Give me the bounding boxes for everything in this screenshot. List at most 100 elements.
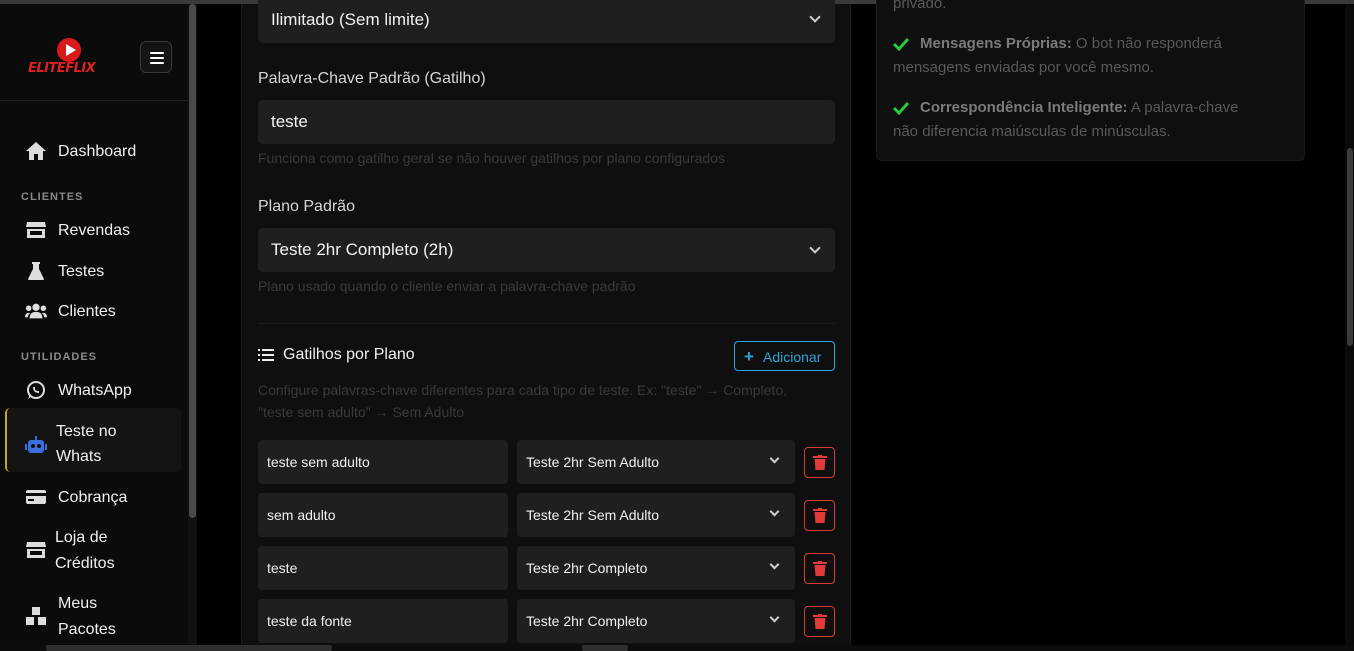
sidebar-item-pacotes-line1[interactable]: Meus bbox=[58, 591, 97, 616]
list-icon bbox=[258, 348, 274, 367]
triggers-help-line1: Configure palavras-chave diferentes para… bbox=[258, 382, 787, 398]
chevron-down-icon bbox=[769, 612, 780, 623]
trigger-keyword-value: teste sem adulto bbox=[267, 454, 370, 470]
sidebar-item-label-line2: Whats bbox=[56, 448, 102, 465]
flask-icon bbox=[25, 260, 47, 282]
trash-icon bbox=[813, 561, 827, 576]
main-scrollbar-thumb[interactable] bbox=[1347, 148, 1353, 346]
home-icon bbox=[25, 140, 47, 162]
sidebar-item-whatsapp[interactable]: WhatsApp bbox=[0, 375, 188, 405]
plan-select[interactable]: Teste 2hr Completo (2h) bbox=[258, 228, 835, 272]
triggers-title: Gatilhos por Plano bbox=[283, 346, 415, 363]
trash-icon bbox=[813, 614, 827, 629]
sidebar-item-label: Revendas bbox=[58, 221, 131, 239]
add-trigger-label: Adicionar bbox=[763, 349, 822, 365]
sidebar-item-label-line1: Teste no bbox=[56, 423, 117, 440]
sidebar-item-label: Cobrança bbox=[58, 488, 128, 506]
keyword-help: Funciona como gatilho geral se não houve… bbox=[258, 150, 725, 166]
robot-icon bbox=[25, 434, 47, 456]
scroll-segment[interactable] bbox=[582, 645, 628, 651]
keyword-label: Palavra-Chave Padrão (Gatilho) bbox=[258, 70, 486, 87]
info-row-title-bold: Mensagens Próprias: bbox=[920, 35, 1072, 52]
hamburger-icon bbox=[150, 52, 164, 54]
credit-card-icon bbox=[25, 486, 47, 508]
trigger-keyword-value: sem adulto bbox=[267, 507, 336, 523]
chevron-down-icon bbox=[769, 559, 780, 570]
play-triangle bbox=[66, 44, 76, 56]
sidebar-item-loja-line1[interactable]: Loja de bbox=[55, 525, 108, 550]
brand-area: ELITEFLIX bbox=[0, 4, 188, 101]
trigger-plan-select[interactable]: Teste 2hr Sem Adulto bbox=[517, 440, 795, 484]
hamburger-line bbox=[150, 57, 164, 59]
trigger-keyword-input[interactable]: teste da fonte bbox=[258, 599, 508, 643]
horizontal-scrollbar[interactable] bbox=[0, 645, 1354, 651]
sidebar-item-pacotes-line2[interactable]: Pacotes bbox=[58, 617, 116, 642]
plan-label: Plano Padrão bbox=[258, 198, 355, 215]
delete-trigger-button[interactable] bbox=[804, 447, 835, 478]
boxes-icon bbox=[25, 605, 47, 627]
delete-trigger-button[interactable] bbox=[804, 500, 835, 531]
sidebar-item-cobranca[interactable]: Cobrança bbox=[0, 482, 188, 512]
logo[interactable]: ELITEFLIX bbox=[28, 38, 112, 82]
triggers-help-line2: "teste sem adulto" → Sem Adulto bbox=[258, 404, 465, 420]
store-icon bbox=[25, 219, 47, 241]
users-icon bbox=[25, 300, 47, 322]
sidebar-item-loja-line2[interactable]: Créditos bbox=[55, 551, 115, 576]
info-fragment: privado. bbox=[893, 0, 947, 12]
chevron-down-icon bbox=[809, 11, 821, 23]
whatsapp-icon bbox=[25, 379, 47, 401]
sidebar-item-label: Testes bbox=[58, 262, 105, 280]
section-clientes: CLIENTES bbox=[21, 191, 84, 203]
keyword-input[interactable]: teste bbox=[258, 100, 835, 144]
delete-trigger-button[interactable] bbox=[804, 606, 835, 637]
sidebar-item-clientes[interactable]: Clientes bbox=[0, 296, 188, 326]
trigger-keyword-input[interactable]: teste bbox=[258, 546, 508, 590]
trigger-plan-value: Teste 2hr Sem Adulto bbox=[526, 454, 660, 470]
info-row-title-bold: Correspondência Inteligente: bbox=[920, 99, 1128, 116]
sidebar-item-dashboard[interactable]: Dashboard bbox=[0, 136, 188, 166]
sidebar-item-testes[interactable]: Testes bbox=[0, 256, 188, 286]
chevron-down-icon bbox=[769, 453, 780, 464]
limit-select-value: Ilimitado (Sem limite) bbox=[271, 10, 430, 29]
info-row-title: Correspondência Inteligente: A palavra-c… bbox=[920, 96, 1310, 120]
trigger-keyword-value: teste da fonte bbox=[267, 613, 352, 629]
info-row-text: O bot não responderá bbox=[1071, 35, 1222, 52]
sidebar-item-revendas[interactable]: Revendas bbox=[0, 215, 188, 245]
chevron-down-icon bbox=[769, 506, 780, 517]
delete-trigger-button[interactable] bbox=[804, 553, 835, 584]
divider bbox=[258, 323, 835, 324]
trash-icon bbox=[813, 508, 827, 523]
logo-text: ELITEFLIX bbox=[28, 61, 96, 76]
scroll-segment[interactable] bbox=[46, 645, 332, 651]
info-row-text: A palavra-chave bbox=[1127, 99, 1239, 116]
trigger-keyword-input[interactable]: teste sem adulto bbox=[258, 440, 508, 484]
info-row-text2: mensagens enviadas por você mesmo. bbox=[893, 59, 1154, 76]
check-icon bbox=[893, 37, 909, 52]
trigger-plan-value: Teste 2hr Completo bbox=[526, 613, 648, 629]
add-trigger-button[interactable]: + Adicionar bbox=[734, 341, 835, 371]
sidebar-item-label: Dashboard bbox=[58, 142, 137, 160]
trigger-plan-value: Teste 2hr Sem Adulto bbox=[526, 507, 660, 523]
plus-icon: + bbox=[744, 347, 754, 366]
hamburger-line bbox=[150, 62, 164, 64]
trash-icon bbox=[813, 455, 827, 470]
section-utilidades: UTILIDADES bbox=[21, 351, 97, 363]
chevron-down-icon bbox=[809, 242, 821, 254]
trigger-plan-select[interactable]: Teste 2hr Sem Adulto bbox=[517, 493, 795, 537]
info-row-text2: não diferencia maiúsculas de minúsculas. bbox=[893, 123, 1171, 140]
info-row-title: Mensagens Próprias: O bot não responderá bbox=[920, 32, 1310, 56]
store-icon bbox=[25, 539, 47, 561]
trigger-plan-select[interactable]: Teste 2hr Completo bbox=[517, 546, 795, 590]
sidebar-item-label: WhatsApp bbox=[58, 381, 132, 399]
trigger-plan-value: Teste 2hr Completo bbox=[526, 560, 648, 576]
plan-help: Plano usado quando o cliente enviar a pa… bbox=[258, 278, 636, 294]
menu-toggle-button[interactable] bbox=[140, 41, 172, 73]
trigger-plan-select[interactable]: Teste 2hr Completo bbox=[517, 599, 795, 643]
trigger-keyword-input[interactable]: sem adulto bbox=[258, 493, 508, 537]
trigger-keyword-value: teste bbox=[267, 560, 298, 576]
sidebar-scrollbar-thumb[interactable] bbox=[189, 4, 196, 518]
sidebar-item-label: Clientes bbox=[58, 302, 116, 320]
limit-select[interactable]: Ilimitado (Sem limite) bbox=[258, 0, 835, 43]
check-icon bbox=[893, 101, 909, 116]
plan-select-value: Teste 2hr Completo (2h) bbox=[271, 240, 454, 259]
